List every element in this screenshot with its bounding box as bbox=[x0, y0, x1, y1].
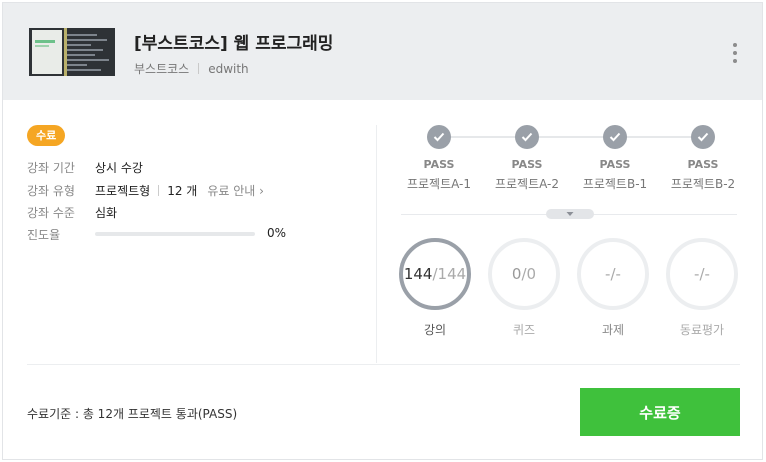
milestone-status: PASS bbox=[599, 158, 631, 171]
info-label: 강좌 유형 bbox=[27, 184, 75, 198]
info-label: 강좌 수준 bbox=[27, 206, 75, 220]
stat-done: 0 bbox=[511, 265, 522, 283]
check-icon bbox=[603, 125, 627, 149]
stat-label: 퀴즈 bbox=[512, 323, 536, 337]
meta-divider bbox=[198, 63, 200, 74]
project-count: 12 개 bbox=[167, 184, 198, 198]
progress-bar bbox=[95, 232, 255, 236]
stat-circle-lectures: 144/144 bbox=[399, 238, 471, 310]
footer-divider bbox=[27, 364, 740, 365]
stat-label: 과제 bbox=[601, 323, 625, 337]
milestone-name[interactable]: 프로젝트B-2 bbox=[658, 175, 748, 192]
progress-percent: 0% bbox=[267, 226, 287, 240]
completion-criteria: 수료기준 : 총 12개 프로젝트 통과(PASS) bbox=[27, 407, 238, 421]
info-value: 심화 bbox=[95, 206, 118, 220]
check-icon bbox=[515, 125, 539, 149]
info-row-period: 강좌 기간 상시 수강 bbox=[27, 159, 143, 176]
milestone-name[interactable]: 프로젝트A-2 bbox=[482, 175, 572, 192]
pane-divider bbox=[376, 125, 377, 363]
info-divider bbox=[158, 185, 160, 196]
expand-button[interactable] bbox=[546, 209, 594, 219]
stat-total: - bbox=[615, 265, 621, 283]
course-title[interactable]: [부스트코스] 웹 프로그래밍 bbox=[134, 29, 333, 54]
info-row-progress: 진도율 bbox=[27, 226, 95, 243]
milestone-status: PASS bbox=[687, 158, 719, 171]
info-value: 프로젝트형 bbox=[95, 184, 151, 198]
stat-circle-peer-review: - / - bbox=[666, 238, 738, 310]
stat-total: - bbox=[704, 265, 710, 283]
pricing-info-link[interactable]: 유료 안내 › bbox=[207, 182, 264, 199]
info-row-level: 강좌 수준 심화 bbox=[27, 204, 117, 221]
stat-label: 동료평가 bbox=[679, 323, 725, 337]
milestone-status: PASS bbox=[511, 158, 543, 171]
chevron-down-icon bbox=[566, 212, 574, 216]
milestone-status: PASS bbox=[423, 158, 455, 171]
info-value: 상시 수강 bbox=[95, 161, 143, 175]
info-label: 강좌 기간 bbox=[27, 161, 75, 175]
course-thumbnail[interactable] bbox=[29, 28, 115, 76]
course-card: [부스트코스] 웹 프로그래밍 부스트코스 edwith 수료 강좌 기간 상시… bbox=[2, 2, 763, 460]
check-icon bbox=[691, 125, 715, 149]
course-header: [부스트코스] 웹 프로그래밍 부스트코스 edwith bbox=[3, 3, 762, 100]
stat-total: 144 bbox=[437, 265, 467, 283]
stat-total: 0 bbox=[526, 265, 537, 283]
certificate-button[interactable]: 수료증 bbox=[580, 388, 740, 436]
check-icon bbox=[427, 125, 451, 149]
stat-label[interactable]: 강의 bbox=[395, 321, 475, 338]
stat-done: 144 bbox=[403, 265, 433, 283]
status-badge: 수료 bbox=[27, 125, 66, 146]
progress-label: 진도율 bbox=[27, 228, 61, 242]
course-provider: 부스트코스 bbox=[134, 62, 190, 76]
more-vertical-icon[interactable] bbox=[731, 40, 739, 66]
stat-circle-assignments: - / - bbox=[577, 238, 649, 310]
milestone-name[interactable]: 프로젝트A-1 bbox=[394, 175, 484, 192]
milestone-track bbox=[439, 136, 703, 138]
stat-circle-quizzes: 0/0 bbox=[488, 238, 560, 310]
milestone-name[interactable]: 프로젝트B-1 bbox=[570, 175, 660, 192]
course-meta: 부스트코스 edwith bbox=[134, 60, 249, 77]
info-row-type: 강좌 유형 프로젝트형 12 개 유료 안내 › bbox=[27, 182, 264, 199]
course-platform: edwith bbox=[208, 61, 249, 76]
